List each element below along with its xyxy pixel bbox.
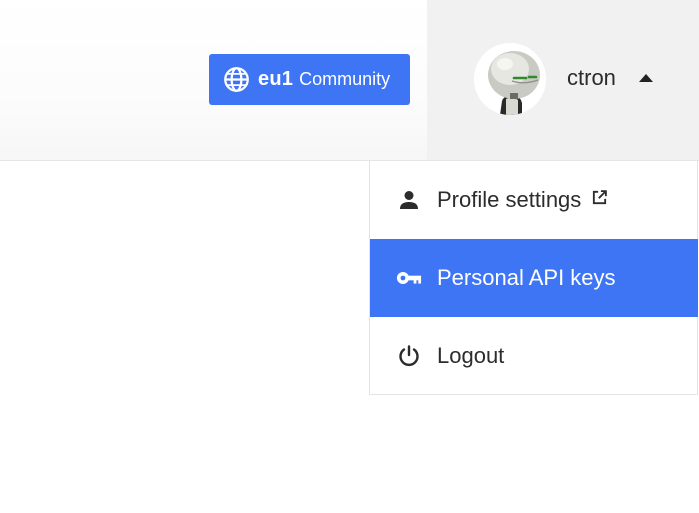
region-code: eu1 — [258, 68, 294, 90]
top-header: eu1 Community ctron — [0, 0, 699, 161]
username: ctron — [567, 65, 616, 90]
key-icon — [396, 265, 422, 291]
caret-up-icon — [639, 74, 653, 82]
region-button[interactable]: eu1 Community — [209, 54, 410, 105]
user-dropdown-menu: Profile settings Personal API keys Logou… — [369, 161, 698, 395]
menu-item-profile-settings[interactable]: Profile settings — [370, 161, 698, 239]
menu-item-logout[interactable]: Logout — [370, 317, 698, 395]
menu-item-label: Personal API keys — [437, 265, 616, 290]
menu-item-label: Logout — [437, 343, 505, 368]
globe-icon — [222, 66, 250, 94]
avatar — [474, 43, 546, 115]
menu-item-label: Profile settings — [437, 187, 582, 212]
menu-item-personal-api-keys[interactable]: Personal API keys — [370, 239, 698, 317]
power-icon — [396, 343, 422, 369]
user-menu-toggle[interactable]: ctron — [427, 0, 699, 160]
external-link-icon — [590, 188, 608, 206]
region-tier: Community — [299, 69, 391, 89]
person-icon — [396, 187, 422, 213]
